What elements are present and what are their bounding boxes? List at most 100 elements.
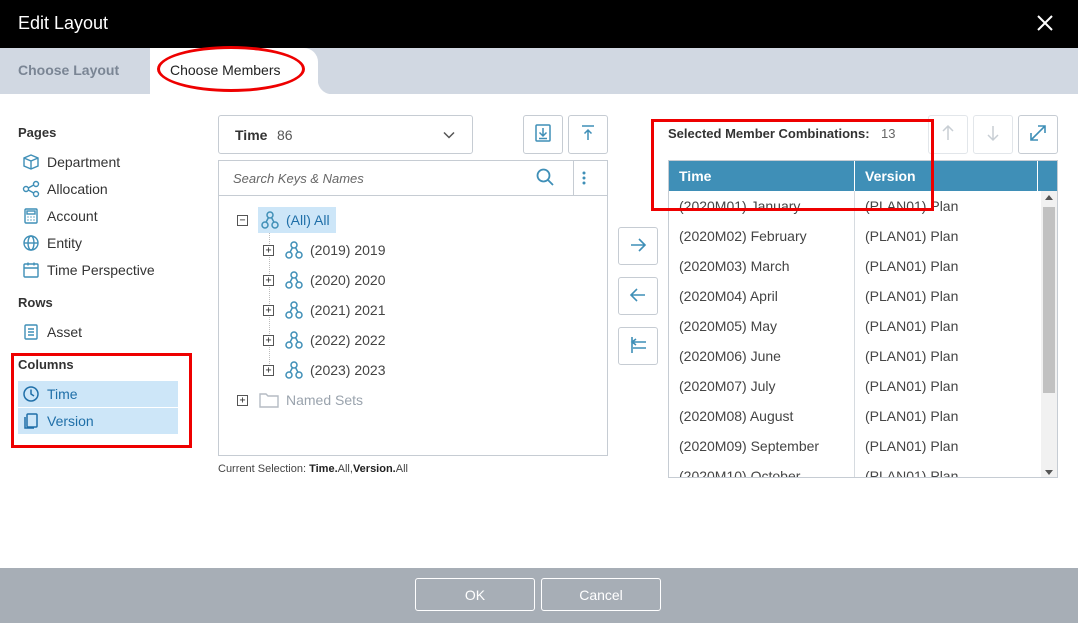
grid-scrollbar[interactable] (1041, 191, 1057, 477)
cell-version: (PLAN01) Plan (865, 408, 959, 424)
expand-icon[interactable]: + (237, 394, 248, 406)
arrow-right-icon (628, 235, 648, 258)
table-row[interactable]: (2020M09) September (PLAN01) Plan (669, 431, 1041, 461)
tree-node-label: (2022) 2022 (310, 332, 386, 348)
cell-version: (PLAN01) Plan (865, 348, 959, 364)
expand-icon[interactable]: + (263, 244, 274, 256)
table-row[interactable]: (2020M01) January (PLAN01) Plan (669, 191, 1041, 221)
sidebar-item-time-perspective[interactable]: Time Perspective (18, 257, 178, 283)
cell-version: (PLAN01) Plan (865, 318, 959, 334)
sidebar-item-label: Allocation (47, 181, 108, 197)
tree-node-2019[interactable]: + (2019) 2019 (263, 237, 386, 263)
cell-version: (PLAN01) Plan (865, 468, 959, 478)
dimension-select[interactable]: Time 86 (218, 115, 473, 154)
expand-icon[interactable]: + (263, 304, 274, 316)
scroll-up-icon[interactable] (1045, 195, 1053, 200)
ok-button[interactable]: OK (415, 578, 535, 611)
grid-header: Time Version (669, 161, 1057, 191)
arrow-down-icon (984, 124, 1002, 145)
hierarchy-icon (260, 210, 280, 230)
tree-node-selected: (All) All (258, 207, 336, 233)
export-button[interactable] (568, 115, 608, 154)
cell-time: (2020M07) July (679, 378, 776, 394)
search-divider (573, 161, 574, 195)
sidebar-item-account[interactable]: Account (18, 203, 178, 229)
globe-icon (21, 233, 41, 253)
cell-time: (2020M03) March (679, 258, 790, 274)
remove-selection-button[interactable] (618, 277, 658, 315)
cell-time: (2020M10) October (679, 468, 801, 478)
table-row[interactable]: (2020M05) May (PLAN01) Plan (669, 311, 1041, 341)
sidebar-item-department[interactable]: Department (18, 149, 178, 175)
table-row[interactable]: (2020M04) April (PLAN01) Plan (669, 281, 1041, 311)
tree-node-label: (2019) 2019 (310, 242, 386, 258)
sidebar-item-label: Account (47, 208, 98, 224)
table-row[interactable]: (2020M08) August (PLAN01) Plan (669, 401, 1041, 431)
arrow-left-bar-icon (628, 335, 648, 358)
sidebar-item-asset[interactable]: Asset (18, 319, 178, 345)
expand-diagonal-icon (1028, 123, 1048, 146)
cancel-button[interactable]: Cancel (541, 578, 661, 611)
table-row[interactable]: (2020M03) March (PLAN01) Plan (669, 251, 1041, 281)
tree-node-label: (All) All (286, 212, 330, 228)
tree-node-2023[interactable]: + (2023) 2023 (263, 357, 386, 383)
calendar-icon (21, 260, 41, 280)
table-row[interactable]: (2020M02) February (PLAN01) Plan (669, 221, 1041, 251)
expand-button[interactable] (1018, 115, 1058, 154)
move-up-button[interactable] (928, 115, 968, 154)
hierarchy-icon (284, 360, 304, 380)
title-bar: Edit Layout (0, 0, 1078, 48)
cube-icon (21, 152, 41, 172)
tree-node-2020[interactable]: + (2020) 2020 (263, 267, 386, 293)
column-header-version[interactable]: Version (865, 168, 916, 184)
tab-choose-members[interactable]: Choose Members (150, 48, 332, 94)
cell-version: (PLAN01) Plan (865, 228, 959, 244)
table-row[interactable]: (2020M06) June (PLAN01) Plan (669, 341, 1041, 371)
expand-icon[interactable]: + (263, 364, 274, 376)
scroll-down-icon[interactable] (1045, 470, 1053, 475)
search-input[interactable] (219, 161, 569, 195)
scrollbar-thumb[interactable] (1043, 207, 1055, 393)
sidebar-item-version[interactable]: Version (18, 408, 178, 434)
tab-choose-layout[interactable]: Choose Layout (0, 48, 150, 94)
expand-icon[interactable]: + (263, 274, 274, 286)
download-box-icon (533, 123, 553, 146)
remove-all-button[interactable] (618, 327, 658, 365)
close-icon[interactable] (1034, 12, 1056, 34)
cell-version: (PLAN01) Plan (865, 438, 959, 454)
sidebar-item-label: Time Perspective (47, 262, 155, 278)
dialog-title: Edit Layout (18, 13, 109, 33)
search-icon[interactable] (535, 167, 555, 190)
more-vertical-icon[interactable] (581, 169, 587, 190)
document-icon (21, 322, 41, 342)
cell-time: (2020M04) April (679, 288, 778, 304)
current-selection-val1: All (337, 463, 350, 475)
hierarchy-icon (284, 240, 304, 260)
pages-heading: Pages (18, 125, 57, 140)
tree-node-label: Named Sets (286, 392, 364, 408)
cell-time: (2020M05) May (679, 318, 778, 334)
expand-icon[interactable]: + (263, 334, 274, 346)
arrow-left-icon (628, 285, 648, 308)
tree-node-named-sets[interactable]: + Named Sets (237, 387, 363, 413)
collapse-icon[interactable]: − (237, 214, 248, 226)
import-button[interactable] (523, 115, 563, 154)
share-nodes-icon (21, 179, 41, 199)
sidebar-item-time[interactable]: Time (18, 381, 178, 407)
table-row[interactable]: (2020M10) October (PLAN01) Plan (669, 461, 1041, 478)
selected-combinations-label: Selected Member Combinations: (668, 126, 870, 141)
current-selection: Current Selection: Time.All,Version.All (218, 463, 408, 475)
sidebar-item-label: Version (47, 413, 94, 429)
table-row[interactable]: (2020M07) July (PLAN01) Plan (669, 371, 1041, 401)
move-down-button[interactable] (973, 115, 1013, 154)
grid-body: (2020M01) January (PLAN01) Plan (2020M02)… (669, 191, 1041, 478)
tree-node-2021[interactable]: + (2021) 2021 (263, 297, 386, 323)
tree-node-all[interactable]: − (All) All (237, 207, 336, 233)
tree-node-2022[interactable]: + (2022) 2022 (263, 327, 386, 353)
add-selection-button[interactable] (618, 227, 658, 265)
sidebar-item-entity[interactable]: Entity (18, 230, 178, 256)
cell-time: (2020M09) September (679, 438, 820, 454)
current-selection-dim2: Version. (352, 463, 396, 475)
sidebar-item-allocation[interactable]: Allocation (18, 176, 178, 202)
column-header-time[interactable]: Time (679, 168, 711, 184)
